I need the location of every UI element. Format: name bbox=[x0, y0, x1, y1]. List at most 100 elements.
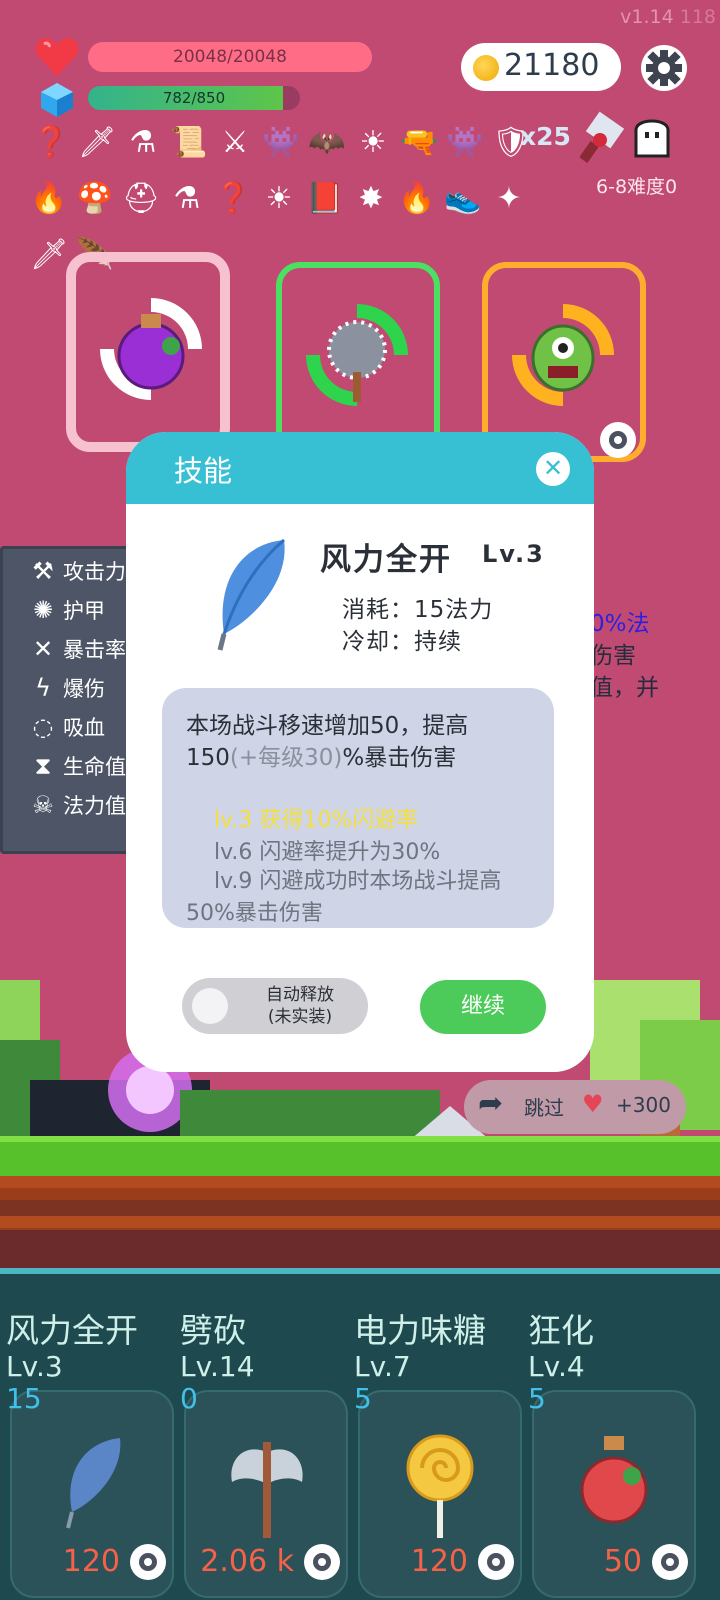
shield-burst-icon: ✺ bbox=[32, 596, 54, 624]
spellbook-icon[interactable]: 📕 bbox=[304, 176, 346, 220]
skill-upgrade-price: 2.06 k bbox=[200, 1544, 294, 1579]
skip-button[interactable]: ➦ 跳过 ♥ +300 bbox=[464, 1080, 686, 1134]
stat-attack: ⚒ 攻击力 bbox=[23, 553, 126, 589]
cleaver-icon bbox=[580, 111, 625, 164]
stat-lifesteal: ◌ 吸血 bbox=[23, 709, 105, 745]
lightning-icon: ϟ bbox=[35, 674, 51, 702]
spiked-ball-icon[interactable]: ✸ bbox=[350, 176, 392, 220]
right-text-3: 值，并 bbox=[590, 675, 659, 701]
heart-icon bbox=[35, 38, 79, 76]
ground-grass bbox=[0, 1136, 720, 1176]
level-6-bonus: lv.6 闪避率提升为30% bbox=[214, 840, 441, 865]
skull-helmet-icon: ☠ bbox=[32, 791, 54, 819]
skill-name: 电力味糖 bbox=[354, 1311, 486, 1350]
description-main: 本场战斗移速增加50，提高150(+每级30)%暴击伤害 bbox=[186, 713, 469, 771]
dialog-title: 技能 bbox=[174, 454, 233, 488]
battle-axe-icon bbox=[231, 1442, 303, 1538]
upgrade-gear-icon[interactable] bbox=[302, 1542, 342, 1582]
auto-cast-label: 自动释放 (未实装) bbox=[266, 985, 334, 1027]
mortar-icon[interactable]: ⚗ bbox=[166, 176, 208, 220]
mp-text: 782/850 bbox=[162, 89, 226, 107]
stat-mp: ☠ 法力值 bbox=[23, 787, 126, 823]
inventory-row-2: 🔥 🍄 ⛑ ⚗ ❓ ☀ 📕 ✸ 🔥 👟 ✦ bbox=[28, 176, 530, 220]
viking-helmet-icon[interactable]: ⛑ bbox=[120, 176, 162, 220]
ring-icon: ◌ bbox=[32, 713, 54, 741]
skill-upgrade-price: 50 bbox=[603, 1544, 642, 1579]
torch-icon[interactable]: 🔥 bbox=[28, 176, 70, 220]
sword-icon[interactable]: ⚔ bbox=[214, 120, 256, 164]
skill-slot-1[interactable]: 风力全开 Lv.3 15 120 bbox=[0, 1274, 176, 1600]
green-monster-icon[interactable]: 👾 bbox=[444, 120, 486, 164]
dialog-header: 技能 ✕ bbox=[126, 432, 594, 504]
feather-icon bbox=[66, 1438, 121, 1529]
refresh-gear-icon[interactable] bbox=[598, 420, 638, 460]
inventory-row-1: ❓ 🗡 ⚗ 📜 ⚔ 👾 🦇 ☀ 🔫 👾 🛡 bbox=[30, 120, 532, 164]
skill-name: 劈砍 bbox=[180, 1311, 246, 1350]
stat-hp: ⧗ 生命值 bbox=[23, 748, 126, 784]
skill-slot-2[interactable]: 劈砍 Lv.14 0 2.06 k bbox=[174, 1274, 350, 1600]
right-text-1: 0%法 bbox=[590, 611, 650, 637]
close-icon[interactable]: ✕ bbox=[536, 452, 570, 486]
ghost-icon bbox=[634, 119, 670, 158]
shield-count: x25 bbox=[520, 122, 571, 151]
axe-icon: ⚒ bbox=[32, 557, 54, 585]
skill-level: Lv.7 bbox=[354, 1350, 411, 1383]
mortar-icon[interactable]: ⚗ bbox=[122, 120, 164, 164]
skill-slot-4[interactable]: 狂化 Lv.4 5 50 bbox=[522, 1274, 698, 1600]
stat-crit-rate: ✕ 暴击率 bbox=[23, 631, 126, 667]
green-slime-icon[interactable]: 👾 bbox=[260, 120, 302, 164]
coin-icon bbox=[473, 55, 499, 81]
skill-name: 风力全开 bbox=[320, 542, 452, 578]
hourglass-icon: ⧗ bbox=[34, 752, 52, 780]
hook-icon[interactable]: ❓ bbox=[30, 120, 72, 164]
gun-icon[interactable]: 🔫 bbox=[398, 120, 440, 164]
heart-icon: ♥ bbox=[582, 1090, 604, 1118]
skip-reward: +300 bbox=[616, 1093, 671, 1117]
skill-mana-cost: 5 bbox=[354, 1382, 372, 1415]
skill-name: 狂化 bbox=[528, 1311, 594, 1350]
skill-cost: 消耗：15法力 bbox=[342, 597, 494, 623]
scroll-icon[interactable]: 📜 bbox=[168, 120, 210, 164]
skill-dialog: 技能 ✕ 风力全开 Lv.3 消耗：15法力 冷却：持续 本场战斗移速增加50，… bbox=[126, 432, 594, 1072]
bat-icon[interactable]: 🦇 bbox=[306, 120, 348, 164]
mp-bar: 782/850 bbox=[88, 86, 300, 110]
skill-slot-3[interactable]: 电力味糖 Lv.7 5 120 bbox=[348, 1274, 524, 1600]
dagger-icon[interactable]: 🗡 bbox=[28, 232, 70, 276]
hp-text: 20048/20048 bbox=[173, 47, 287, 67]
level-3-bonus: lv.3 获得10%闪避率 bbox=[214, 808, 419, 833]
continue-button[interactable]: 继续 bbox=[420, 980, 546, 1034]
auto-cast-toggle[interactable]: 自动释放 (未实装) bbox=[182, 978, 368, 1034]
mana-gem-icon bbox=[41, 83, 73, 117]
settings-gear-icon[interactable] bbox=[640, 44, 688, 92]
skill-upgrade-price: 120 bbox=[410, 1544, 468, 1579]
upgrade-gear-icon[interactable] bbox=[476, 1542, 516, 1582]
hook-icon[interactable]: ❓ bbox=[212, 176, 254, 220]
mace-icon[interactable]: ✦ bbox=[488, 176, 530, 220]
reward-card-1[interactable] bbox=[66, 252, 230, 452]
torch-icon[interactable]: 🔥 bbox=[396, 176, 438, 220]
upgrade-gear-icon[interactable] bbox=[650, 1542, 690, 1582]
skill-level: Lv.14 bbox=[180, 1350, 255, 1383]
stat-armor: ✺ 护甲 bbox=[23, 592, 105, 628]
sun-icon[interactable]: ☀ bbox=[352, 120, 394, 164]
gold-counter: 21180 bbox=[461, 43, 621, 91]
skip-arrow-icon: ➦ bbox=[478, 1086, 504, 1121]
skill-description: 本场战斗移速增加50，提高150(+每级30)%暴击伤害 lv.3 获得10%闪… bbox=[162, 688, 554, 928]
purple-potion-icon bbox=[100, 298, 202, 400]
version-label: v1.14 118 bbox=[620, 6, 716, 28]
sneaker-icon[interactable]: 👟 bbox=[442, 176, 484, 220]
dagger-icon[interactable]: 🗡 bbox=[76, 120, 118, 164]
sun-icon[interactable]: ☀ bbox=[258, 176, 300, 220]
skill-mana-cost: 0 bbox=[180, 1382, 198, 1415]
ground-soil bbox=[0, 1230, 720, 1270]
skill-level: Lv.3 bbox=[482, 540, 545, 568]
green-monster-icon bbox=[512, 304, 614, 406]
red-potion-icon bbox=[580, 1436, 648, 1524]
upgrade-gear-icon[interactable] bbox=[128, 1542, 168, 1582]
right-text-2: 伤害 bbox=[590, 643, 636, 669]
mushroom-icon[interactable]: 🍄 bbox=[74, 176, 116, 220]
skill-upgrade-price: 120 bbox=[62, 1544, 120, 1579]
feather-icon bbox=[217, 538, 285, 651]
difficulty-label: 6-8难度0 bbox=[596, 176, 678, 198]
skill-mana-cost: 5 bbox=[528, 1382, 546, 1415]
